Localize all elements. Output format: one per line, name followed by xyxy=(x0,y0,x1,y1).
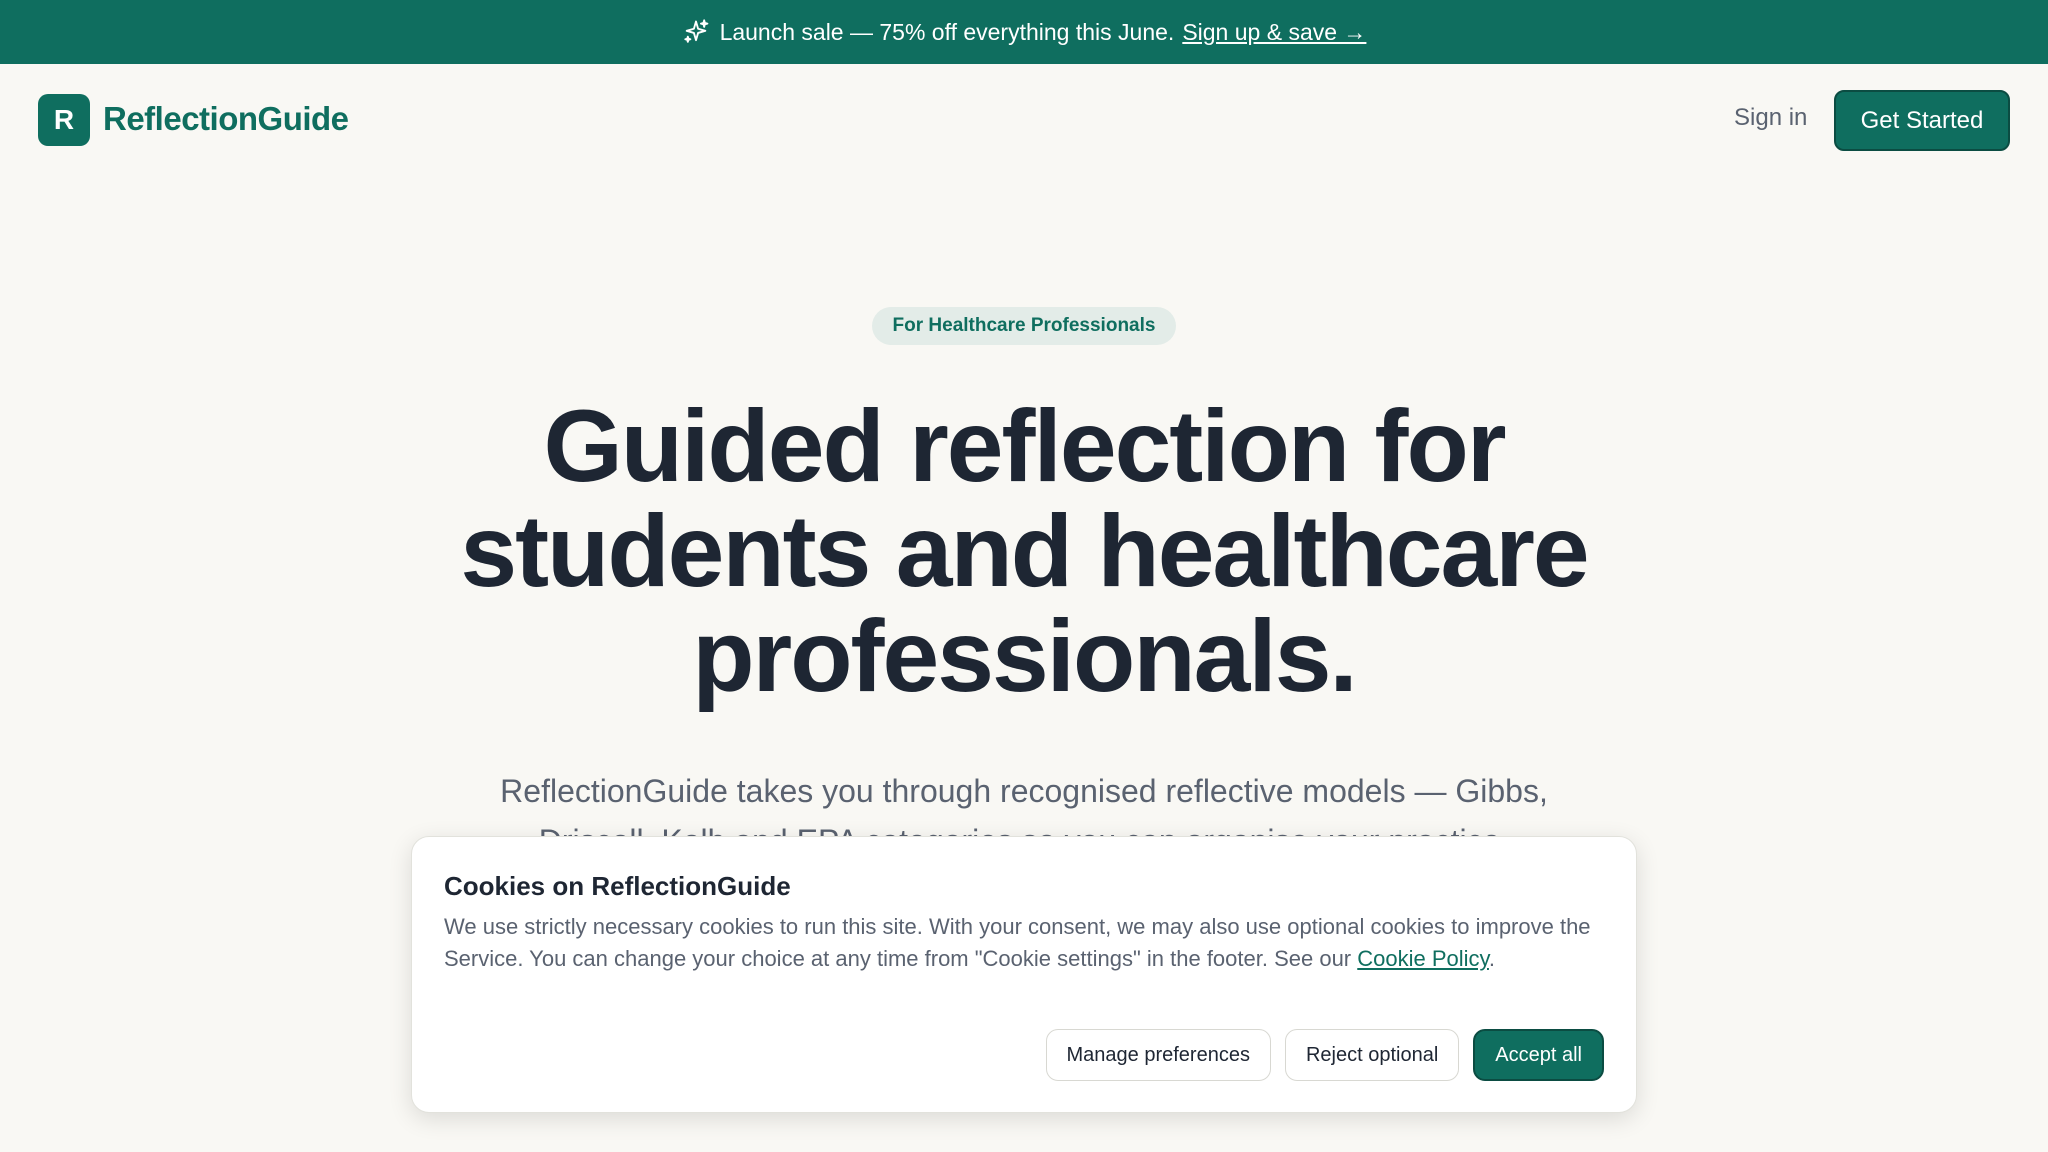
hero-subtext: ReflectionGuide takes you through recogn… xyxy=(500,773,1548,836)
headline-line-3: professionals. xyxy=(692,599,1358,713)
accept-all-button[interactable]: Accept all xyxy=(1473,1029,1604,1081)
headline-line-2: students and healthcare xyxy=(460,494,1589,608)
top-nav: R ReflectionGuide Sign in Get Started xyxy=(0,64,2048,174)
audience-badge: For Healthcare Professionals xyxy=(872,307,1176,345)
promo-banner: Launch sale — 75% off everything this Ju… xyxy=(0,0,2048,64)
cookie-banner: Cookies on ReflectionGuide We use strict… xyxy=(411,836,1637,1113)
manage-preferences-button[interactable]: Manage preferences xyxy=(1045,1029,1271,1081)
sparkle-icon xyxy=(683,19,708,43)
cookie-body-end: . xyxy=(1488,946,1496,971)
cookie-policy-link[interactable]: Cookie Policy xyxy=(1357,946,1489,971)
logo-mark[interactable]: R xyxy=(38,94,90,146)
reject-optional-button[interactable]: Reject optional xyxy=(1284,1029,1460,1081)
cookie-banner-body: We use strictly necessary cookies to run… xyxy=(444,911,1604,975)
headline-line-1: Guided reflection for xyxy=(543,389,1506,503)
promo-signup-link[interactable]: Sign up & save → xyxy=(1182,19,1366,46)
hero-headline: Guided reflection for students and healt… xyxy=(324,394,1724,709)
promo-text: Launch sale — 75% off everything this Ju… xyxy=(719,18,1175,45)
brand-name[interactable]: ReflectionGuide xyxy=(103,100,349,138)
cookie-banner-title: Cookies on ReflectionGuide xyxy=(444,871,791,901)
get-started-button[interactable]: Get Started xyxy=(1834,90,2010,151)
sign-in-link[interactable]: Sign in xyxy=(1734,104,1807,132)
cookie-actions: Manage preferences Reject optional Accep… xyxy=(1045,1029,1604,1081)
